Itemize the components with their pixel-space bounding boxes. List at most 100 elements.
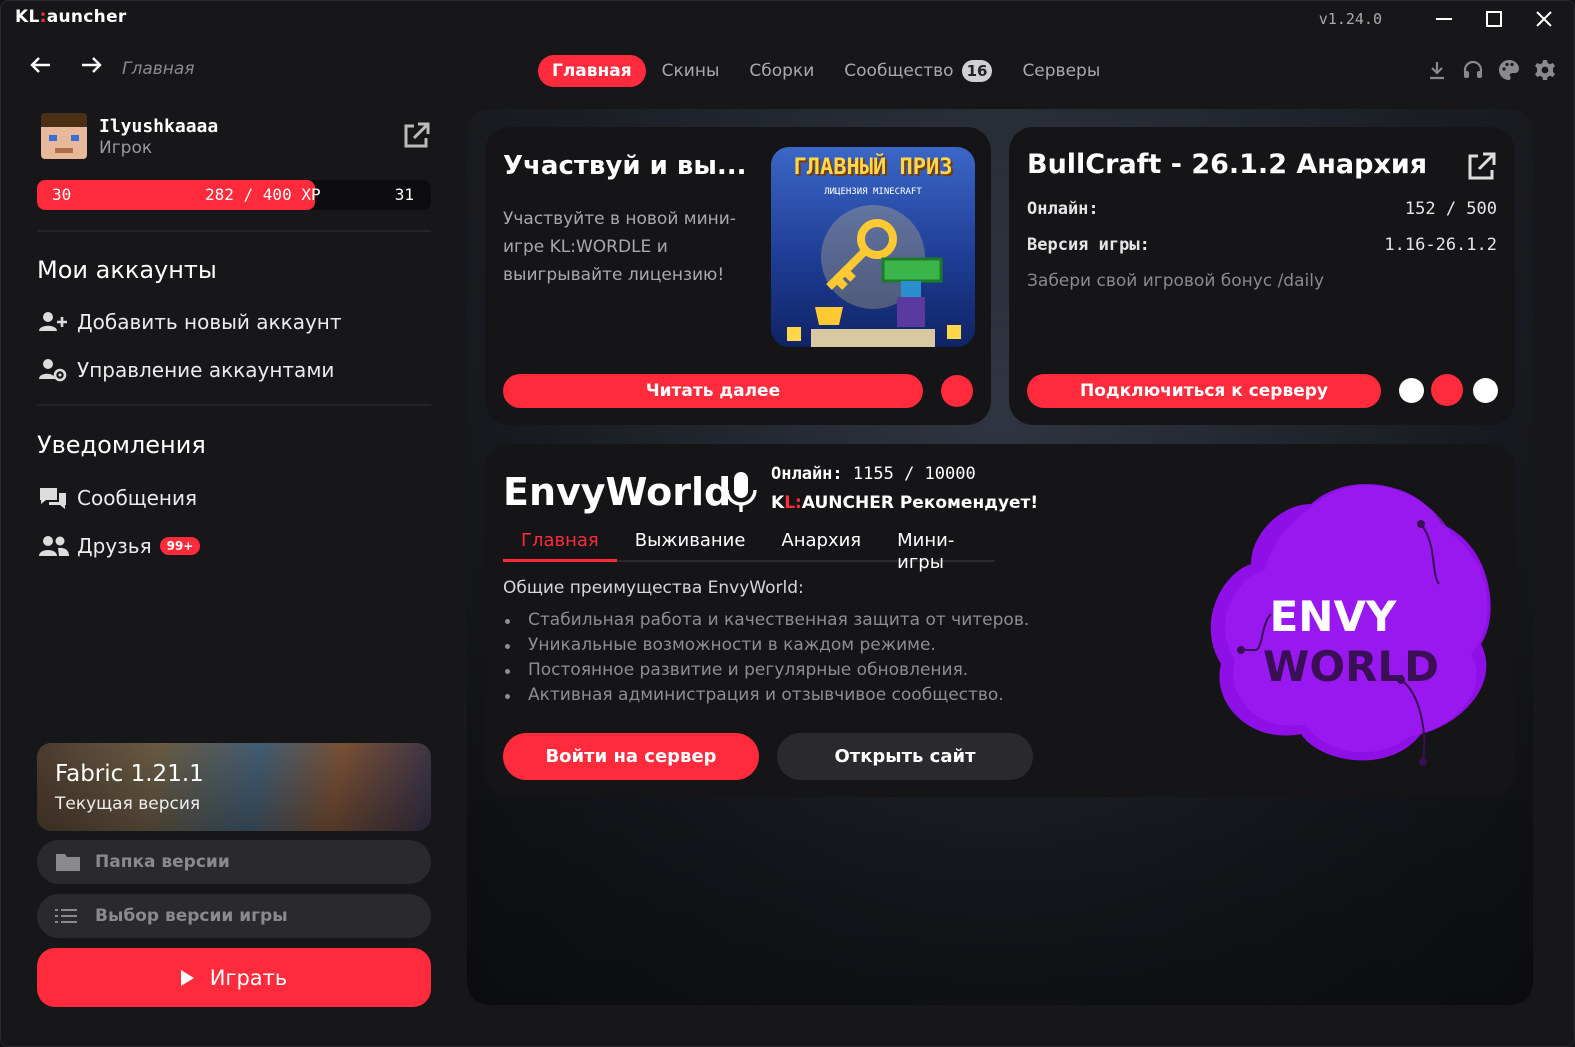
divider: [37, 230, 431, 232]
username: Ilyushkaaaa: [99, 116, 219, 137]
news-card: Участвуй и вы... Участвуйте в новой мини…: [485, 127, 991, 425]
open-site-label: Открыть сайт: [834, 746, 976, 767]
tab-skins[interactable]: Скины: [648, 55, 734, 87]
envyworld-logo: ENVY WORLD: [1201, 474, 1501, 774]
version-folder-button[interactable]: Папка версии: [37, 840, 431, 884]
theme-button[interactable]: [1498, 59, 1520, 81]
version-name: Fabric 1.21.1: [55, 761, 204, 787]
select-version-button[interactable]: Выбор версии игры: [37, 894, 431, 938]
featured-heading: Общие преимущества EnvyWorld:: [503, 578, 804, 598]
community-badge: 16: [961, 60, 993, 82]
featured-benefits-list: Стабильная работа и качественная защита …: [503, 608, 1029, 708]
list-item: Активная администрация и отзывчивое сооб…: [503, 683, 1029, 708]
tab-modpacks[interactable]: Сборки: [735, 55, 828, 87]
friends-label: Друзья: [77, 534, 152, 558]
launcher-window: KL:auncher v1.24.0 Главная Главная Скины…: [0, 0, 1575, 1047]
palette-icon: [1499, 60, 1519, 80]
tab-skins-label: Скины: [661, 61, 720, 81]
server-card: BullCraft - 26.1.2 Анархия Онлайн: 152 /…: [1009, 127, 1515, 425]
tab-community[interactable]: Сообщество 16: [830, 54, 1006, 88]
list-item: Постоянное развитие и регулярные обновле…: [503, 658, 1029, 683]
carousel-dot[interactable]: [1473, 378, 1498, 403]
tab-home[interactable]: Главная: [538, 55, 646, 87]
featured-tab-survival[interactable]: Выживание: [617, 530, 764, 562]
rec-colon: :: [795, 493, 802, 513]
toolbar-icons: [1426, 59, 1556, 81]
minimize-button[interactable]: [1424, 5, 1464, 33]
carousel-dot-active[interactable]: [941, 375, 973, 407]
connect-server-label: Подключиться к серверу: [1079, 381, 1329, 401]
headset-icon: [1463, 60, 1483, 78]
gear-icon: [1535, 60, 1555, 80]
maximize-button[interactable]: [1474, 5, 1514, 33]
download-icon: [1430, 62, 1444, 80]
avatar-eye: [71, 135, 79, 141]
add-account-button[interactable]: Добавить новый аккаунт: [39, 310, 342, 334]
folder-icon: [55, 851, 83, 873]
featured-recommendation: KL:AUNCHER Рекомендует!: [771, 493, 1038, 513]
profile-open-button[interactable]: [401, 121, 431, 151]
download-button[interactable]: [1426, 59, 1448, 81]
avatar[interactable]: [41, 113, 87, 159]
arrow-right-icon: [82, 57, 102, 73]
close-button[interactable]: [1524, 5, 1564, 33]
featured-tabs: Главная Выживание Анархия Мини-игры: [503, 530, 995, 573]
app-title-colon: :: [39, 7, 47, 27]
tab-home-label: Главная: [552, 61, 632, 81]
maximize-icon: [1486, 11, 1502, 27]
list-icon: [55, 905, 83, 927]
friends-button[interactable]: Друзья 99+: [39, 534, 201, 558]
tab-community-label: Сообщество: [844, 61, 954, 81]
support-button[interactable]: [1462, 59, 1484, 81]
carousel-dot-active[interactable]: [1431, 374, 1463, 406]
current-version-card[interactable]: Fabric 1.21.1 Текущая версия: [37, 743, 431, 831]
featured-tab-minigames[interactable]: Мини-игры: [879, 530, 995, 573]
logo-text-world: WORLD: [1263, 642, 1439, 691]
app-title-kl: KL: [15, 7, 40, 27]
open-site-button[interactable]: Открыть сайт: [777, 733, 1033, 780]
server-version-label: Версия игры:: [1027, 235, 1150, 255]
prize-key-illustration: [787, 205, 961, 347]
external-link-icon: [404, 122, 430, 148]
rec-k: K: [771, 493, 785, 513]
read-more-button[interactable]: Читать далее: [503, 374, 923, 408]
settings-button[interactable]: [1534, 59, 1556, 81]
tab-servers-label: Серверы: [1022, 61, 1101, 81]
arrow-left-icon: [30, 57, 50, 73]
featured-online: Онлайн: 1155 / 10000: [771, 464, 976, 484]
featured-tab-home[interactable]: Главная: [503, 530, 617, 562]
back-button[interactable]: [29, 53, 53, 84]
voice-button[interactable]: [723, 470, 759, 514]
play-button[interactable]: Играть: [37, 948, 431, 1007]
carousel-dot[interactable]: [1399, 378, 1424, 403]
version-label: v1.24.0: [1318, 10, 1382, 28]
play-icon: [180, 969, 194, 986]
rec-rest: AUNCHER Рекомендует!: [801, 493, 1039, 513]
logo-text-envy: ENVY: [1269, 592, 1397, 641]
user-role: Игрок: [99, 138, 153, 158]
forward-button[interactable]: [79, 53, 103, 84]
version-folder-label: Папка версии: [95, 852, 230, 872]
featured-online-label: Онлайн:: [771, 464, 843, 484]
users-icon: [39, 534, 69, 558]
join-server-button[interactable]: Войти на сервер: [503, 733, 759, 780]
server-title: BullCraft - 26.1.2 Анархия: [1027, 149, 1428, 180]
version-card-shade: [37, 743, 431, 831]
featured-server-card: EnvyWorld Онлайн: 1155 / 10000 KL:AUNCHE…: [485, 444, 1515, 797]
xp-progress-bar: 30 282 / 400 XP 31: [37, 180, 431, 210]
connect-server-button[interactable]: Подключиться к серверу: [1027, 374, 1381, 408]
accounts-title: Мои аккаунты: [37, 256, 217, 284]
list-item: Уникальные возможности в каждом режиме.: [503, 633, 1029, 658]
avatar-hair: [41, 113, 87, 127]
manage-accounts-label: Управление аккаунтами: [77, 358, 335, 382]
messages-label: Сообщения: [77, 486, 198, 510]
microphone-icon: [725, 472, 757, 512]
friends-badge: 99+: [159, 537, 201, 555]
featured-tab-anarchy[interactable]: Анархия: [763, 530, 879, 562]
manage-accounts-button[interactable]: Управление аккаунтами: [39, 358, 334, 382]
user-gear-icon: [39, 358, 69, 382]
tab-servers[interactable]: Серверы: [1008, 55, 1114, 87]
user-plus-icon: [39, 310, 69, 334]
server-open-button[interactable]: [1465, 151, 1497, 183]
messages-button[interactable]: Сообщения: [39, 486, 197, 510]
